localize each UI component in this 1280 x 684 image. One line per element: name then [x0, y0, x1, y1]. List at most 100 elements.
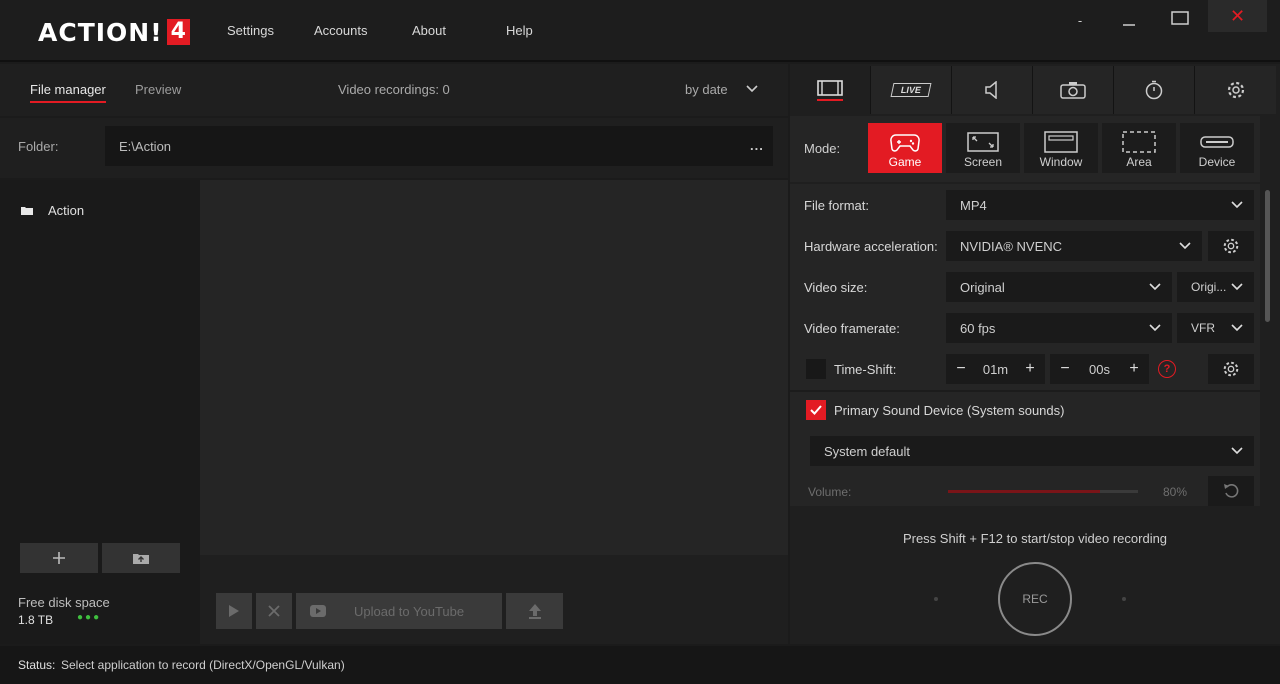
- checkmark-icon: [810, 405, 822, 415]
- active-tab-indicator: [817, 98, 843, 101]
- timeshift-minutes-value: 01m: [982, 361, 1009, 377]
- recordings-count: Video recordings: 0: [338, 82, 450, 97]
- logo-version: 4: [166, 19, 190, 45]
- timeshift-checkbox[interactable]: [806, 359, 826, 379]
- close-button[interactable]: ✕: [1208, 0, 1267, 32]
- speaker-icon: [985, 81, 997, 99]
- tab-live[interactable]: LIVE: [871, 66, 952, 114]
- folder-upload-icon: [133, 554, 149, 564]
- tab-preview[interactable]: Preview: [135, 82, 181, 97]
- video-icon: [817, 79, 843, 96]
- hw-accel-value: NVIDIA® NVENC: [960, 238, 1063, 254]
- settings-scrollbar[interactable]: [1265, 190, 1270, 322]
- mode-label: Mode:: [804, 141, 841, 156]
- minus-icon[interactable]: −: [952, 360, 970, 378]
- tree-item-action[interactable]: Action: [20, 203, 84, 218]
- hotkey-hint: Press Shift + F12 to start/stop video re…: [902, 531, 1168, 546]
- tab-audio[interactable]: [952, 66, 1033, 114]
- mode-device-button[interactable]: Device: [1180, 123, 1254, 173]
- framerate-mode-value: VFR: [1191, 321, 1215, 335]
- maximize-button[interactable]: [1162, 2, 1198, 34]
- chevron-down-icon: [1149, 283, 1161, 291]
- gamepad-icon: [890, 134, 920, 152]
- menu-help[interactable]: Help: [506, 23, 533, 38]
- primary-sound-checkbox[interactable]: [806, 400, 826, 420]
- sort-dropdown[interactable]: by date: [685, 82, 759, 97]
- chevron-down-icon: [1231, 201, 1243, 209]
- upload-icon: [528, 604, 541, 619]
- timeshift-seconds-value: 00s: [1089, 361, 1110, 377]
- hw-accel-dropdown[interactable]: NVIDIA® NVENC: [946, 231, 1202, 261]
- warning-icon[interactable]: ?: [1158, 360, 1176, 378]
- file-format-value: MP4: [960, 197, 987, 213]
- folder-browse-button[interactable]: ...: [750, 138, 764, 153]
- video-framerate-label: Video framerate:: [804, 321, 900, 336]
- live-label: LIVE: [899, 85, 923, 95]
- minimize-button[interactable]: [1112, 4, 1146, 36]
- screen-icon: [967, 132, 999, 152]
- volume-reset-button[interactable]: [1208, 476, 1254, 506]
- open-folder-button[interactable]: [102, 543, 180, 573]
- menu-accounts[interactable]: Accounts: [314, 23, 367, 38]
- video-size-secondary-dropdown[interactable]: Origi...: [1177, 272, 1254, 302]
- disk-space-value: 1.8 TB: [18, 613, 54, 627]
- disk-status-indicator: ●●●: [77, 612, 102, 623]
- file-format-label: File format:: [804, 198, 870, 213]
- mode-window-label: Window: [1039, 155, 1083, 169]
- tree-item-label: Action: [48, 203, 85, 218]
- add-folder-button[interactable]: [20, 543, 98, 573]
- delete-icon: [268, 605, 280, 617]
- video-framerate-dropdown[interactable]: 60 fps: [946, 313, 1172, 343]
- mode-screen-button[interactable]: Screen: [946, 123, 1020, 173]
- timeshift-seconds-stepper[interactable]: − 00s +: [1050, 354, 1149, 384]
- video-size-dropdown[interactable]: Original: [946, 272, 1172, 302]
- reset-icon: [1224, 484, 1239, 498]
- plus-icon[interactable]: +: [1125, 360, 1143, 378]
- chevron-down-icon: [1231, 447, 1243, 455]
- record-button[interactable]: REC: [998, 562, 1072, 636]
- mode-area-label: Area: [1126, 155, 1152, 169]
- disk-space-label: Free disk space: [18, 595, 110, 610]
- delete-button[interactable]: [256, 593, 292, 629]
- video-size-secondary-value: Origi...: [1191, 280, 1227, 294]
- play-button[interactable]: [216, 593, 252, 629]
- timeshift-settings-button[interactable]: [1208, 354, 1254, 384]
- dot-label: -: [1077, 12, 1083, 28]
- video-size-value: Original: [960, 279, 1005, 295]
- volume-fill: [948, 490, 1100, 493]
- app-logo: ACTION! 4: [38, 17, 190, 47]
- upload-youtube-button[interactable]: Upload to YouTube: [296, 593, 502, 629]
- indicator-dot: [1122, 597, 1126, 601]
- menu-about[interactable]: About: [412, 23, 446, 38]
- tab-settings[interactable]: [1195, 66, 1276, 114]
- tab-file-manager[interactable]: File manager: [30, 82, 106, 103]
- timeshift-minutes-stepper[interactable]: − 01m +: [946, 354, 1045, 384]
- mode-area-button[interactable]: Area: [1102, 123, 1176, 173]
- tab-timer[interactable]: [1114, 66, 1195, 114]
- right-tabs: LIVE: [790, 66, 1280, 114]
- chevron-down-icon: [746, 85, 758, 93]
- upload-button[interactable]: [506, 593, 563, 629]
- logo-text: ACTION!: [38, 17, 163, 47]
- folder-field[interactable]: [105, 126, 773, 166]
- primary-sound-label: Primary Sound Device (System sounds): [834, 403, 1065, 418]
- menu-settings[interactable]: Settings: [227, 23, 274, 38]
- volume-slider[interactable]: [948, 490, 1138, 493]
- chevron-down-icon: [1179, 242, 1191, 250]
- section-divider: [790, 390, 1260, 392]
- minus-icon[interactable]: −: [1056, 360, 1074, 378]
- sound-device-dropdown[interactable]: System default: [810, 436, 1254, 466]
- window-icon: [1044, 131, 1078, 153]
- minimize-icon: [1123, 24, 1135, 26]
- file-format-dropdown[interactable]: MP4: [946, 190, 1254, 220]
- camera-icon: [1060, 82, 1086, 99]
- framerate-mode-dropdown[interactable]: VFR: [1177, 313, 1254, 343]
- mode-game-button[interactable]: Game: [868, 123, 942, 173]
- tab-screenshot[interactable]: [1033, 66, 1114, 114]
- mode-window-button[interactable]: Window: [1024, 123, 1098, 173]
- dot-button[interactable]: -: [1068, 4, 1092, 36]
- hw-accel-settings-button[interactable]: [1208, 231, 1254, 261]
- tab-video[interactable]: [790, 66, 871, 114]
- plus-icon[interactable]: +: [1021, 360, 1039, 378]
- chevron-down-icon: [1231, 283, 1243, 291]
